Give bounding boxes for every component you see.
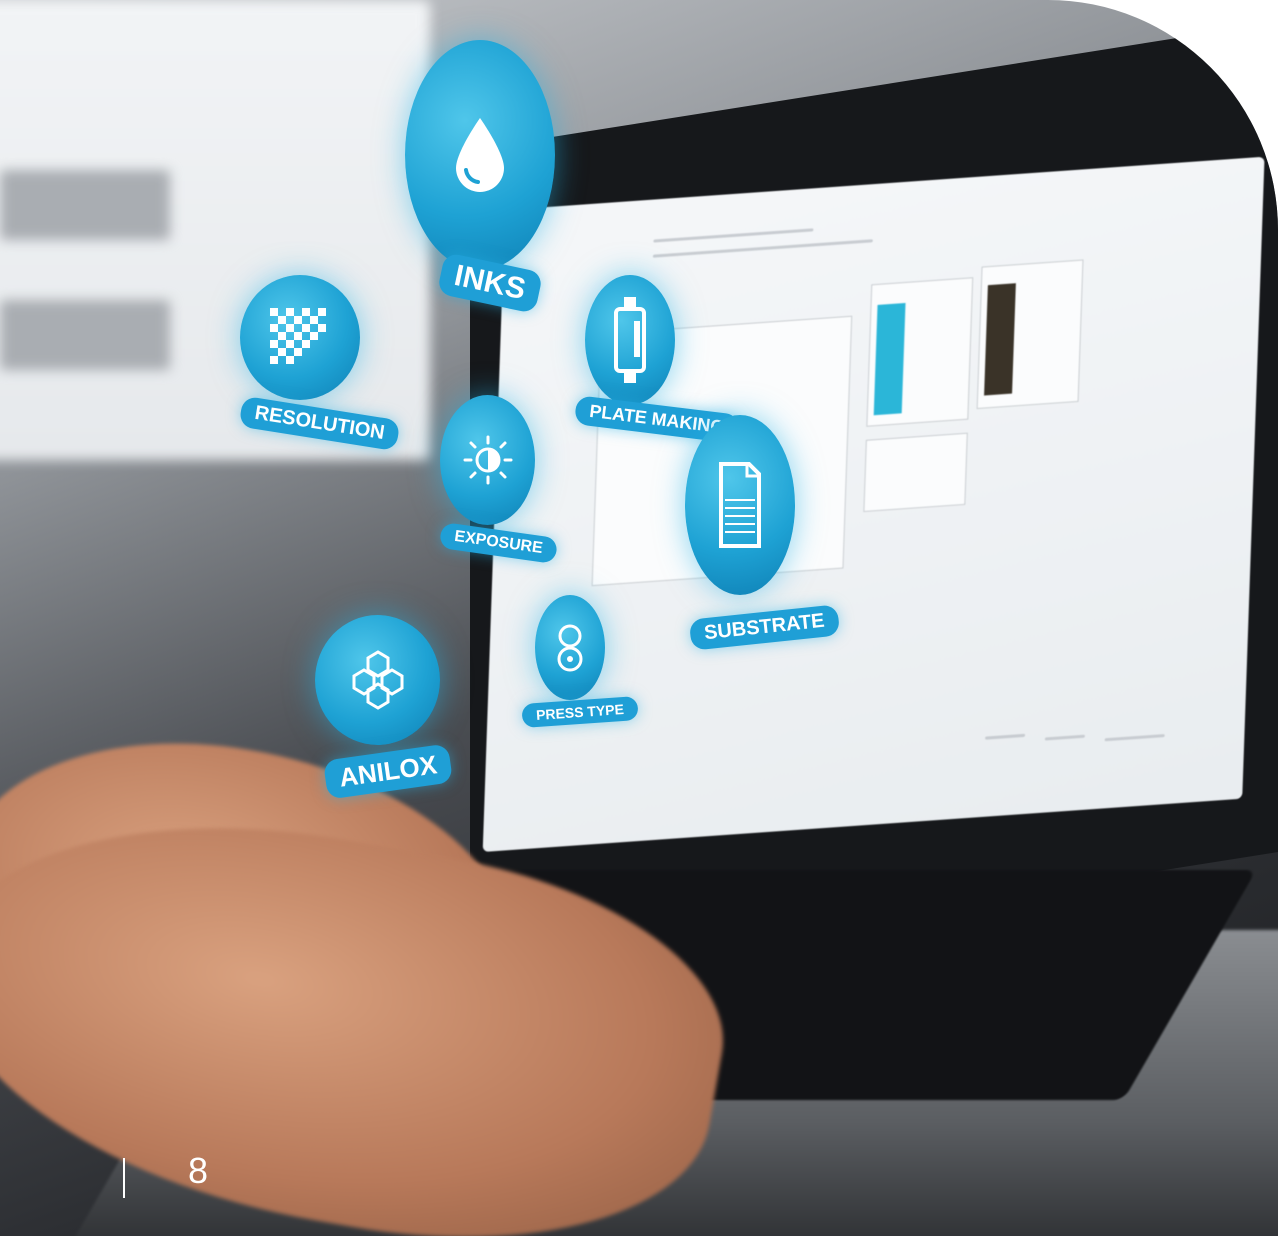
- page-number: 8: [188, 1150, 209, 1191]
- page-number-divider: [123, 1158, 125, 1198]
- screen-button: [1104, 734, 1165, 742]
- inks-badge: [405, 40, 555, 270]
- screen-cyan-swatch: [873, 302, 906, 416]
- press-rollers-icon: [557, 624, 583, 671]
- honeycomb-icon: [352, 650, 403, 710]
- substrate-badge: [685, 415, 795, 595]
- screen-data-panel: [866, 277, 974, 427]
- screen-button: [1044, 734, 1085, 741]
- laptop-screen: [482, 156, 1265, 852]
- plate-making-badge: [585, 275, 675, 405]
- background-photo: INKS RESOLUTION PLATE MAKING EXPOSURE SU…: [0, 0, 1278, 1236]
- press-type-badge: [535, 595, 605, 700]
- screen-text-line: [652, 239, 873, 258]
- anilox-badge: [315, 615, 440, 745]
- blurred-text-block: [0, 300, 170, 370]
- screen-data-panel: [976, 259, 1084, 410]
- document-icon: [719, 462, 761, 548]
- ink-drop-icon: [456, 118, 504, 192]
- screen-button: [985, 733, 1026, 740]
- screen-dark-swatch: [984, 283, 1016, 396]
- anilox-label: ANILOX: [322, 743, 454, 800]
- resolution-badge: [240, 275, 360, 400]
- half-sun-icon: [463, 435, 512, 485]
- blurred-text-block: [0, 170, 170, 240]
- plate-roller-icon: [614, 297, 646, 383]
- exposure-badge: [440, 395, 535, 525]
- screen-info-panel: [863, 432, 968, 513]
- checkerboard-icon: [270, 307, 326, 364]
- screen-text-line: [653, 228, 814, 243]
